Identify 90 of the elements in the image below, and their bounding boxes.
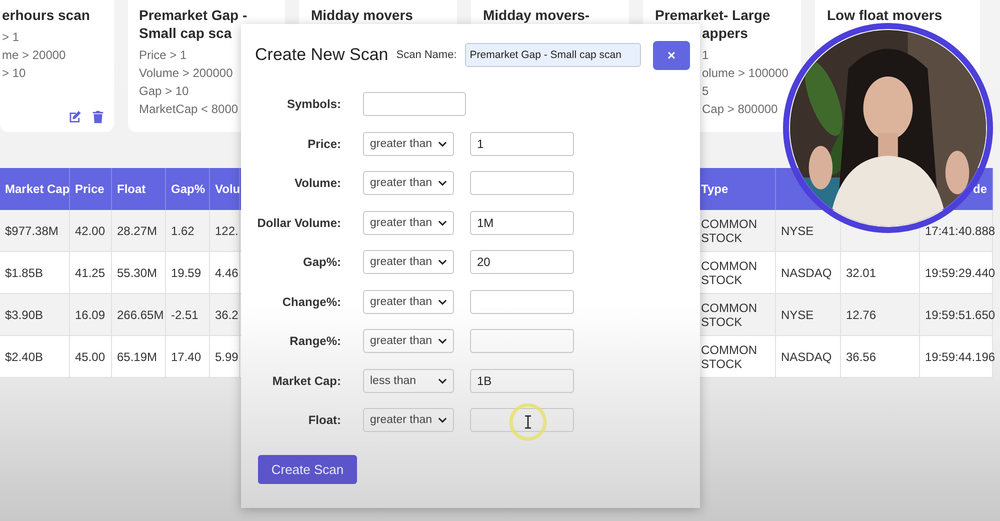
caret-icon — [438, 259, 447, 265]
caret-icon — [438, 220, 447, 226]
table-cell: NASDAQ — [776, 336, 841, 377]
operator-select[interactable]: greater than — [363, 171, 454, 195]
table-cell: 16.09 — [70, 294, 112, 335]
create-scan-button[interactable]: Create Scan — [258, 455, 357, 484]
table-cell: 42.00 — [70, 210, 112, 251]
field-label: Price: — [306, 136, 341, 152]
scan-rule: Price > 1 — [139, 47, 187, 64]
table-cell: 122. — [210, 210, 240, 251]
operator-select[interactable]: less than — [363, 368, 454, 392]
scan-rule: MarketCap < 8000 — [139, 101, 238, 118]
scan-name-label: Scan Name: — [396, 49, 457, 61]
scan-rule: 5 — [702, 83, 709, 100]
scan-title: Low float movers — [827, 6, 942, 24]
operator-select[interactable]: greater than — [363, 132, 454, 156]
field-label: Market Cap: — [271, 372, 341, 390]
table-cell: 36.2 — [210, 294, 240, 335]
value-field[interactable] — [470, 171, 574, 195]
dialog-title: Create New Scan — [255, 45, 388, 65]
scan-title: Premarket- Large — [655, 6, 770, 24]
scan-title: Premarket Gap - — [139, 6, 248, 24]
table-cell: 5.99 — [210, 336, 240, 377]
value-field[interactable]: 1B — [470, 368, 574, 392]
scan-title: Midday movers — [311, 6, 413, 24]
table-cell: 19:59:44.196 — [920, 336, 993, 377]
table-cell: 65.19M — [112, 336, 166, 377]
table-cell: 12.76 — [841, 294, 920, 335]
table-cell: $2.40B — [0, 336, 70, 377]
field-label: Range%: — [288, 333, 341, 350]
symbols-field[interactable] — [363, 92, 466, 116]
table-cell: 45.00 — [70, 336, 112, 377]
table-cell: 41.25 — [70, 252, 112, 293]
table-cell: 17.40 — [166, 336, 210, 377]
field-label: Dollar Volume: — [256, 214, 341, 232]
caret-icon — [438, 417, 447, 423]
caret-icon — [438, 338, 447, 344]
cursor-icon — [508, 402, 548, 442]
table-cell: 28.27M — [112, 210, 166, 251]
table-cell: $977.38M — [0, 210, 70, 251]
field-label: Change%: — [281, 294, 341, 310]
value-field[interactable] — [470, 329, 574, 353]
table-cell: 19.59 — [166, 252, 210, 293]
edit-icon[interactable] — [68, 110, 82, 124]
field-label: Float: — [307, 412, 341, 429]
caret-icon — [438, 180, 447, 186]
scan-rule: Volume > 200000 — [139, 65, 233, 82]
scan-title: appers — [702, 24, 748, 42]
table-cell: 19:59:51.650 — [920, 294, 993, 335]
value-field[interactable]: 1M — [470, 210, 574, 234]
table-cell: 1.62 — [166, 210, 210, 251]
caret-icon — [438, 140, 447, 146]
value-field[interactable]: 20 — [470, 250, 574, 274]
table-cell: -2.51 — [166, 294, 210, 335]
caret-icon — [438, 378, 447, 384]
operator-select[interactable]: greater than — [363, 329, 454, 353]
value-field[interactable] — [470, 408, 574, 432]
scan-rule: > 1 — [2, 29, 20, 46]
scan-rule: me > 20000 — [2, 47, 66, 64]
scan-title: erhours scan — [2, 6, 90, 24]
value-field[interactable] — [470, 290, 574, 314]
field-label: Gap%: — [302, 254, 341, 271]
close-button[interactable]: × — [653, 40, 690, 70]
table-cell: $1.85B — [0, 252, 70, 293]
operator-select[interactable]: greater than — [363, 290, 454, 314]
table-cell: 4.46 — [210, 252, 240, 293]
operator-select[interactable]: greater than — [363, 210, 454, 234]
table-cell: 266.65M — [112, 294, 166, 335]
scan-title: Midday movers- — [483, 6, 590, 24]
table-cell: $3.90B — [0, 294, 70, 335]
scan-rule: olume > 100000 — [702, 65, 788, 82]
scan-rule: > 10 — [2, 65, 26, 82]
scan-name-field[interactable]: Premarket Gap - Small cap scan — [464, 43, 641, 67]
table-cell: NYSE — [776, 294, 841, 335]
table-cell: 36.56 — [841, 336, 920, 377]
operator-select[interactable]: greater than — [363, 408, 454, 432]
field-label: Symbols: — [286, 96, 341, 113]
scan-title: Small cap sca — [139, 24, 232, 42]
table-cell: 55.30M — [112, 252, 166, 293]
table-cell: 32.01 — [841, 252, 920, 293]
table-cell: 19:59:29.440 — [920, 252, 993, 293]
trash-icon[interactable] — [92, 110, 104, 124]
field-label: Volume: — [294, 175, 341, 192]
table-cell: NASDAQ — [776, 252, 841, 293]
operator-select[interactable]: greater than — [363, 250, 454, 274]
scan-rule: Cap > 800000 — [702, 101, 778, 118]
scan-rule: Gap > 10 — [139, 83, 189, 100]
caret-icon — [438, 298, 447, 304]
scan-rule: 1 — [702, 47, 709, 64]
value-field[interactable]: 1 — [470, 132, 574, 156]
